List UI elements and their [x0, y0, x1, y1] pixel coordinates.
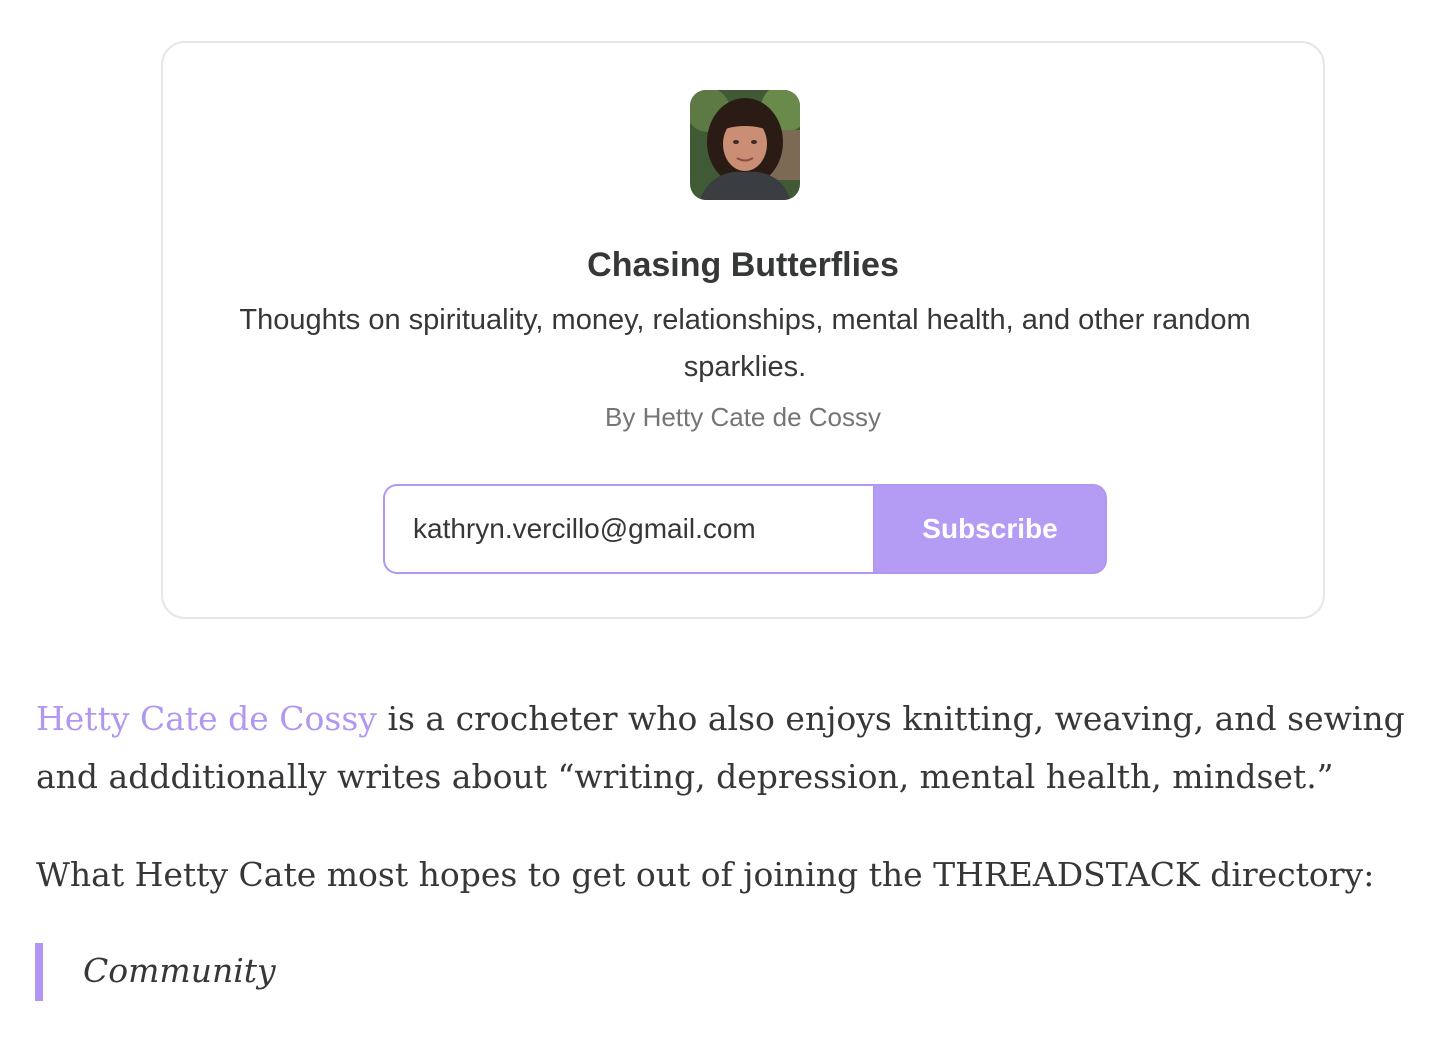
publication-author: By Hetty Cate de Cossy — [605, 402, 881, 432]
subscribe-form: Subscribe — [383, 484, 1107, 574]
subscribe-button[interactable]: Subscribe — [873, 484, 1107, 574]
author-avatar[interactable] — [690, 90, 800, 200]
publication-description: Thoughts on spirituality, money, relatio… — [239, 304, 1251, 383]
blockquote: Community — [35, 943, 635, 1001]
author-link[interactable]: Hetty Cate de Cossy — [36, 699, 377, 738]
email-input[interactable] — [383, 484, 873, 574]
publication-embed-card: Chasing Butterflies Thoughts on spiritua… — [161, 41, 1325, 619]
author-intro-paragraph: Hetty Cate de Cossy is a crocheter who a… — [36, 690, 1436, 806]
directory-hopes-paragraph: What Hetty Cate most hopes to get out of… — [36, 855, 1375, 894]
publication-title[interactable]: Chasing Butterflies — [163, 243, 1323, 287]
blockquote-text: Community — [83, 951, 276, 990]
